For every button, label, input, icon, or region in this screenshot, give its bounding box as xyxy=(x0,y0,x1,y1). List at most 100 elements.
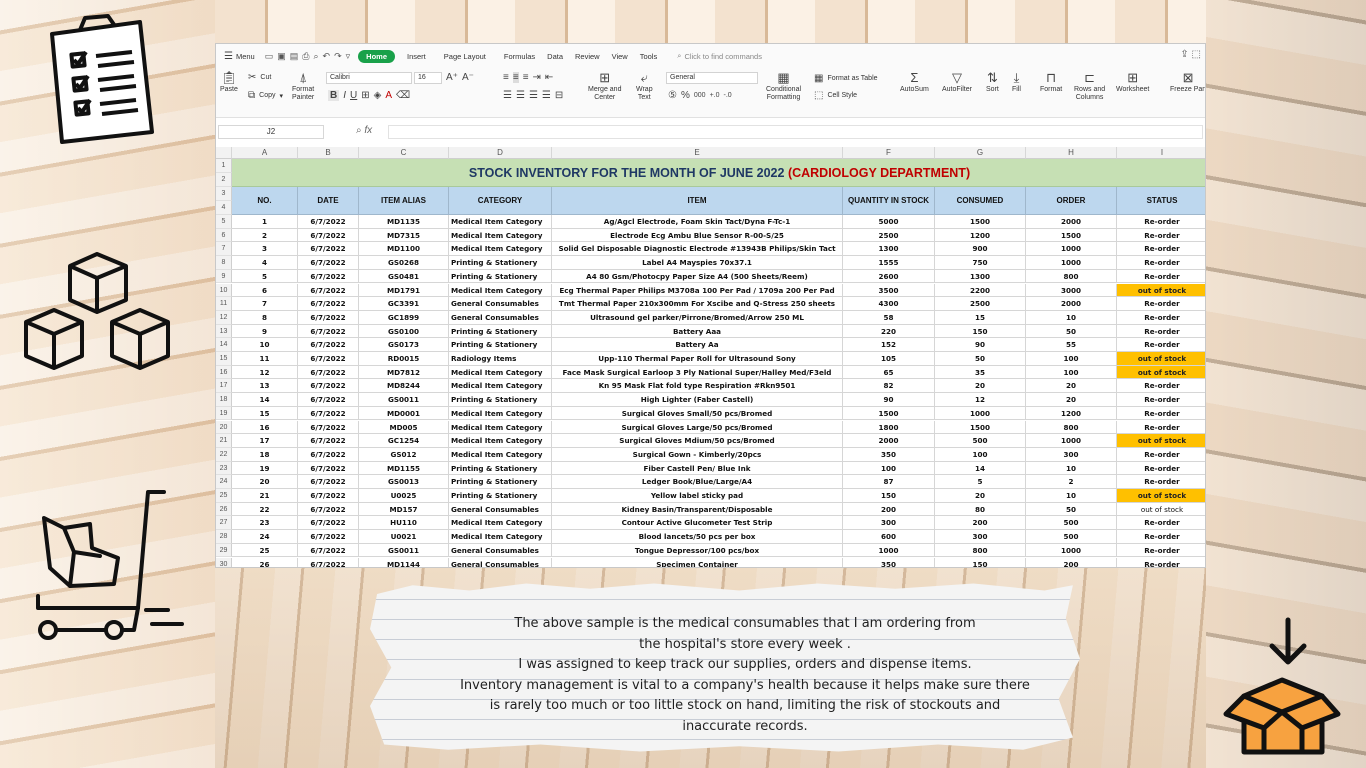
row-header[interactable]: 5 xyxy=(216,215,232,229)
table-cell[interactable]: Electrode Ecg Ambu Blue Sensor R-00-S/25 xyxy=(552,228,843,243)
table-cell[interactable]: Printing & Stationery xyxy=(449,324,552,339)
table-cell[interactable]: 58 xyxy=(843,310,935,325)
column-header-d[interactable]: D xyxy=(449,147,552,159)
table-cell[interactable]: 2000 xyxy=(1026,215,1117,229)
font-size-adjust[interactable]: A⁺ A⁻ xyxy=(446,72,474,83)
table-cell[interactable]: Specimen Container xyxy=(552,557,843,567)
select-all-corner[interactable] xyxy=(216,147,232,159)
table-cell[interactable]: 12 xyxy=(935,393,1026,407)
table-cell[interactable]: 300 xyxy=(935,530,1026,544)
table-cell[interactable]: 1000 xyxy=(1026,256,1117,270)
format-as-table-button[interactable]: ▦ Format as Table xyxy=(814,73,878,84)
table-cell[interactable]: Medical Item Category xyxy=(449,447,552,462)
row-header[interactable]: 20 xyxy=(216,420,232,435)
table-cell[interactable]: 1000 xyxy=(1026,242,1117,257)
borders-icon[interactable]: ⊞ xyxy=(361,90,369,101)
table-cell[interactable]: Radiology Items xyxy=(449,352,552,366)
number-format-select[interactable]: General xyxy=(666,72,758,84)
cut-button[interactable]: ✂ Cut xyxy=(248,72,271,83)
status-cell[interactable]: out of stock xyxy=(1117,489,1205,503)
table-cell[interactable]: 1 xyxy=(232,215,298,229)
table-cell[interactable]: 20 xyxy=(1026,393,1117,407)
table-cell[interactable]: 50 xyxy=(1026,502,1117,517)
table-cell[interactable]: MD1135 xyxy=(359,215,449,229)
table-cell[interactable]: GS012 xyxy=(359,447,449,462)
table-cell[interactable]: 10 xyxy=(1026,310,1117,325)
row-header[interactable]: 26 xyxy=(216,502,232,517)
table-cell[interactable]: 2000 xyxy=(1026,297,1117,311)
table-cell[interactable]: 14 xyxy=(935,461,1026,476)
status-cell[interactable]: Re-order xyxy=(1117,379,1205,394)
table-cell[interactable]: GS0268 xyxy=(359,256,449,270)
table-cell[interactable]: Ecg Thermal Paper Philips M3708a 100 Per… xyxy=(552,283,843,298)
table-cell[interactable]: General Consumables xyxy=(449,557,552,567)
tab-page-layout[interactable]: Page Layout xyxy=(444,52,486,61)
table-cell[interactable]: 2000 xyxy=(843,434,935,448)
print-preview-icon[interactable]: ⌕ xyxy=(313,51,318,62)
row-header[interactable]: 30 xyxy=(216,557,232,567)
tab-insert[interactable]: Insert xyxy=(407,52,426,61)
table-cell[interactable]: 26 xyxy=(232,557,298,567)
table-cell[interactable]: 6/7/2022 xyxy=(298,228,359,243)
table-cell[interactable]: 20 xyxy=(935,489,1026,503)
table-cell[interactable]: 600 xyxy=(843,530,935,544)
conditional-formatting-button[interactable]: ▦ Conditional Formatting xyxy=(766,70,801,102)
tab-data[interactable]: Data xyxy=(547,52,563,61)
table-cell[interactable]: 55 xyxy=(1026,338,1117,352)
table-cell[interactable]: 1300 xyxy=(935,269,1026,284)
column-header-e[interactable]: E xyxy=(552,147,843,159)
column-header-h[interactable]: H xyxy=(1026,147,1117,159)
table-cell[interactable]: 1500 xyxy=(1026,228,1117,243)
table-cell[interactable]: 24 xyxy=(232,530,298,544)
table-cell[interactable]: 50 xyxy=(935,352,1026,366)
increase-decimal-icon[interactable]: +.0 xyxy=(710,92,720,99)
table-cell[interactable]: 6/7/2022 xyxy=(298,447,359,462)
table-cell[interactable]: 300 xyxy=(1026,447,1117,462)
function-icon[interactable]: ⌕ fx xyxy=(356,125,372,136)
table-cell[interactable]: General Consumables xyxy=(449,297,552,311)
table-cell[interactable]: 800 xyxy=(1026,420,1117,435)
column-title[interactable]: CONSUMED xyxy=(935,187,1026,215)
status-cell[interactable]: Re-order xyxy=(1117,462,1205,476)
cell-style-button[interactable]: ⬚ Cell Style xyxy=(814,90,857,101)
table-cell[interactable]: GS0011 xyxy=(359,393,449,407)
table-cell[interactable]: 6/7/2022 xyxy=(298,475,359,489)
table-cell[interactable]: 6/7/2022 xyxy=(298,393,359,407)
status-cell[interactable]: Re-order xyxy=(1117,421,1205,435)
status-cell[interactable]: out of stock xyxy=(1117,283,1205,298)
align-center-icon[interactable]: ☰ xyxy=(516,90,525,101)
status-cell[interactable]: Re-order xyxy=(1117,544,1205,558)
table-cell[interactable]: 1000 xyxy=(1026,543,1117,558)
row-header[interactable]: 13 xyxy=(216,324,232,339)
table-cell[interactable]: 500 xyxy=(935,434,1026,448)
status-cell[interactable]: out of stock xyxy=(1117,365,1205,380)
status-cell[interactable]: Re-order xyxy=(1117,338,1205,352)
table-cell[interactable]: Medical Item Category xyxy=(449,516,552,531)
align-left-icon[interactable]: ☰ xyxy=(503,90,512,101)
table-cell[interactable]: 80 xyxy=(935,502,1026,517)
table-cell[interactable]: GS0100 xyxy=(359,324,449,339)
tab-review[interactable]: Review xyxy=(575,52,600,61)
status-cell[interactable]: Re-order xyxy=(1117,325,1205,339)
table-cell[interactable]: 16 xyxy=(232,420,298,435)
row-header[interactable]: 11 xyxy=(216,297,232,311)
table-cell[interactable]: 100 xyxy=(843,461,935,476)
table-cell[interactable]: 1200 xyxy=(1026,406,1117,421)
table-cell[interactable]: U0025 xyxy=(359,489,449,503)
row-header[interactable]: 6 xyxy=(216,228,232,243)
table-cell[interactable]: 6/7/2022 xyxy=(298,406,359,421)
table-cell[interactable]: MD1144 xyxy=(359,557,449,567)
table-cell[interactable]: 5000 xyxy=(843,215,935,229)
table-cell[interactable]: Label A4 Mayspies 70x37.1 xyxy=(552,256,843,270)
table-cell[interactable]: High Lighter (Faber Castell) xyxy=(552,393,843,407)
column-header-f[interactable]: F xyxy=(843,147,935,159)
table-cell[interactable]: 12 xyxy=(232,365,298,380)
table-cell[interactable]: 6/7/2022 xyxy=(298,324,359,339)
tab-view[interactable]: View xyxy=(612,52,628,61)
table-cell[interactable]: 1500 xyxy=(935,420,1026,435)
table-cell[interactable]: 9 xyxy=(232,324,298,339)
table-cell[interactable]: Tongue Depressor/100 pcs/box xyxy=(552,543,843,558)
table-cell[interactable]: 10 xyxy=(1026,461,1117,476)
status-cell[interactable]: Re-order xyxy=(1117,407,1205,421)
table-cell[interactable]: 3500 xyxy=(843,283,935,298)
